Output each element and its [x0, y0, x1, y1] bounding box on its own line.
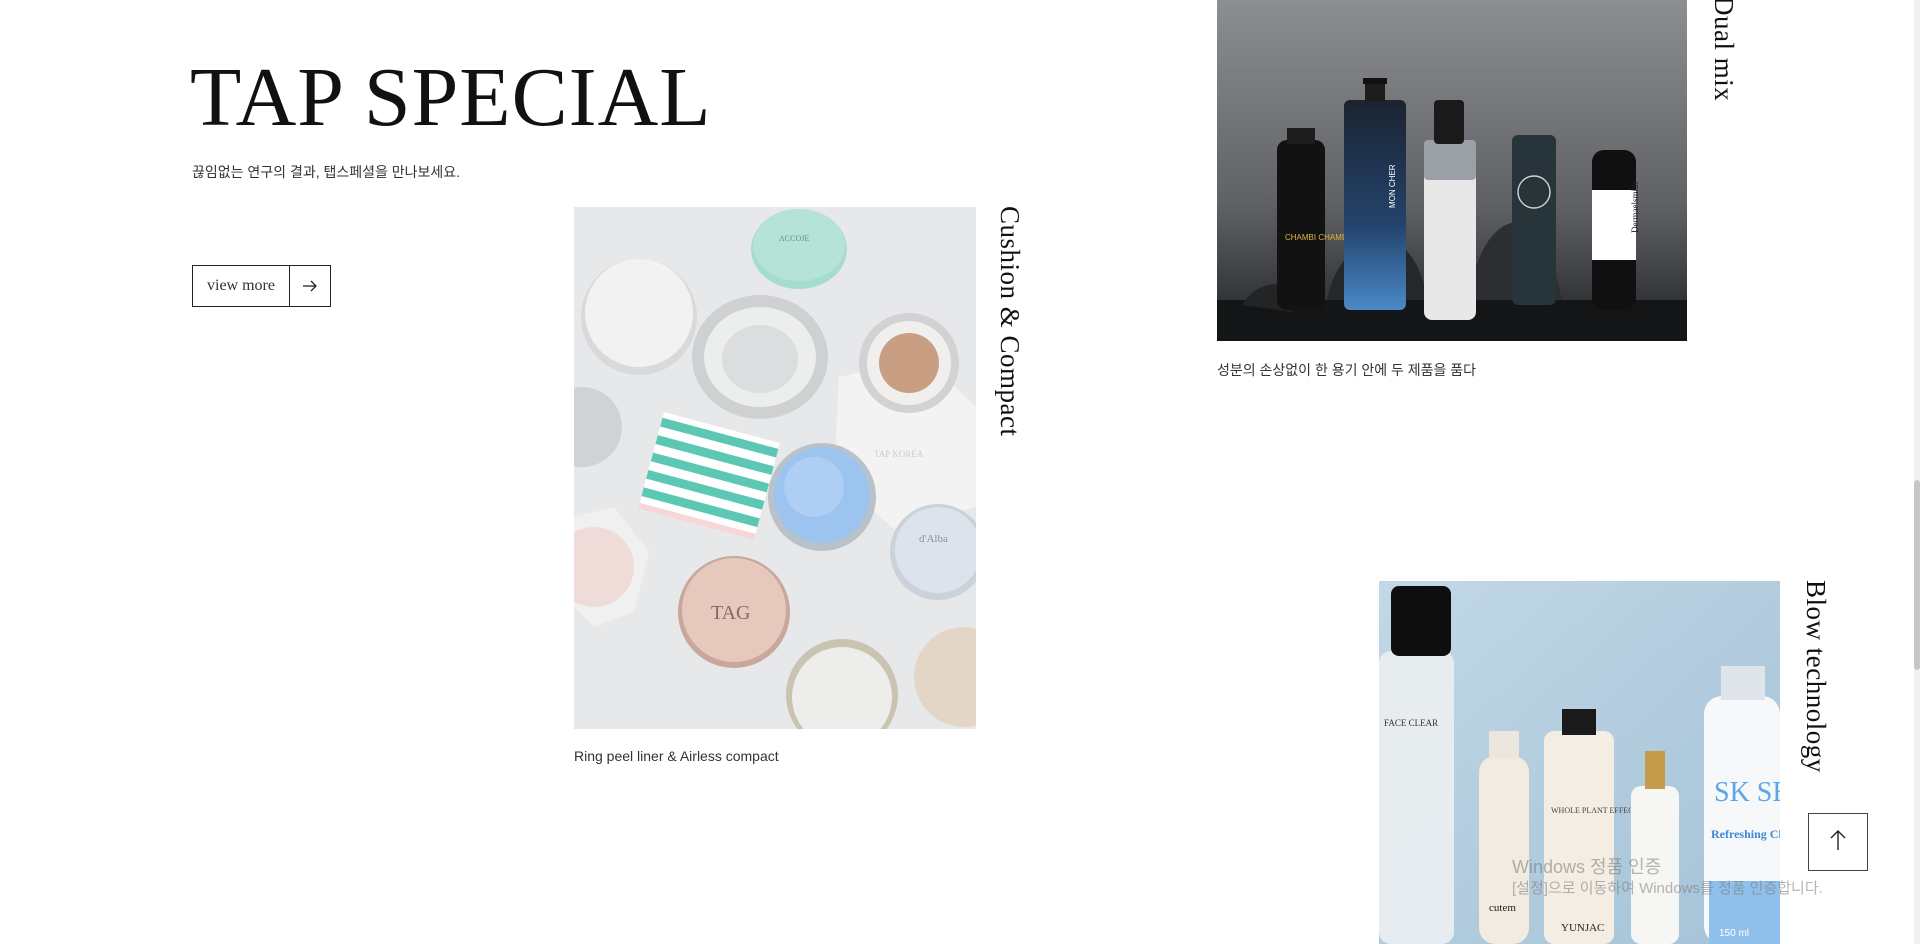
refreshing-label: Refreshing Cleansing Gel [1711, 827, 1780, 841]
watermark-line-2: [설정]으로 이동하여 Windows를 정품 인증합니다. [1512, 880, 1823, 898]
tap-korea-label: TAP KOREA [874, 449, 924, 459]
dermaelsmith-label: Dermaelsmith [1630, 182, 1640, 233]
view-more-button[interactable]: view more [192, 265, 331, 307]
cushion-compact-product-photo[interactable]: ACCOJE TAP KOREA d'Alba TAG [574, 207, 976, 729]
face-clear-label: FACE CLEAR [1384, 718, 1438, 728]
chambi-label: CHAMBI CHAMBI [1285, 233, 1349, 242]
tag-label: TAG [711, 602, 751, 624]
dual-mix-title[interactable]: Dual mix [1708, 0, 1739, 101]
arrow-right-icon [290, 266, 330, 306]
arrow-up-icon [1828, 829, 1848, 856]
watermark-line-1: Windows 정품 인증 [1512, 857, 1662, 877]
dual-mix-caption: 성분의 손상없이 한 용기 안에 두 제품을 품다 [1217, 362, 1477, 378]
cutem-label: cutem [1489, 902, 1516, 914]
blow-technology-title[interactable]: Blow technology [1800, 580, 1831, 773]
accoje-label: ACCOJE [779, 234, 809, 243]
page-subtitle: 끊임없는 연구의 결과, 탭스페셜을 만나보세요. [192, 164, 461, 180]
whole-plant-label: WHOLE PLANT EFFECT [1551, 806, 1639, 815]
page-title: TAP SPECIAL [190, 51, 712, 144]
dual-mix-bottles-photo[interactable]: CHAMBI CHAMBI MON CHER Dermaelsmith [1217, 0, 1687, 341]
volume-label: 150 ml [1719, 928, 1749, 939]
dalba-label: d'Alba [919, 533, 948, 545]
tap-special-section: TAP SPECIAL 끊임없는 연구의 결과, 탭스페셜을 만나보세요. vi… [0, 0, 1920, 944]
windows-activation-watermark: Windows 정품 인증 [설정]으로 이동하여 Windows를 정품 인증… [1512, 856, 1823, 899]
sk-logo: SK SECRET [1714, 777, 1780, 808]
view-more-label: view more [193, 266, 290, 306]
moncher-label: MON CHER [1388, 164, 1397, 208]
cushion-compact-caption: Ring peel liner & Airless compact [574, 748, 779, 764]
scroll-top-button[interactable] [1808, 813, 1868, 871]
yunjac-label: YUNJAC [1561, 922, 1604, 934]
scrollbar-thumb[interactable] [1914, 480, 1920, 670]
cushion-compact-title[interactable]: Cushion & Compact [994, 206, 1025, 437]
page-scrollbar[interactable] [1914, 0, 1920, 944]
